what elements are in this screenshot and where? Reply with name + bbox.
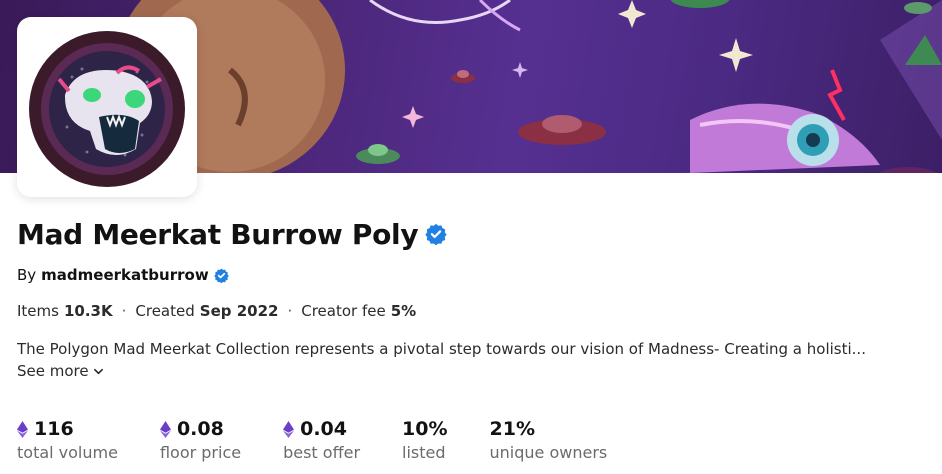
stat-value: 0.04: [300, 418, 347, 440]
collection-avatar: [17, 17, 197, 197]
eth-icon: [283, 420, 295, 438]
stat-value: 10%: [402, 418, 448, 440]
created-label: Created: [135, 302, 195, 320]
verified-badge-icon: [425, 223, 447, 245]
stat-total-volume[interactable]: 116 total volume: [17, 417, 118, 462]
stat-label: total volume: [17, 443, 118, 462]
see-more-label: See more: [17, 362, 89, 380]
stat-label: floor price: [159, 443, 242, 462]
creator-fee-value: 5%: [390, 302, 417, 320]
created-value: Sep 2022: [199, 302, 279, 320]
collection-description: The Polygon Mad Meerkat Collection repre…: [17, 340, 866, 358]
eth-icon: [17, 420, 28, 438]
meta-separator: ·: [121, 302, 127, 320]
meta-separator: ·: [287, 302, 293, 320]
stat-floor-price[interactable]: 0.08 floor price: [159, 417, 242, 462]
by-label: By: [17, 266, 37, 284]
creator-link[interactable]: madmeerkatburrow: [41, 266, 209, 284]
items-value: 10.3K: [63, 302, 113, 320]
stat-value: 116: [34, 418, 74, 440]
stat-listed[interactable]: 10% listed: [402, 417, 447, 462]
see-more-button[interactable]: See more: [17, 360, 104, 382]
items-label: Items: [17, 302, 59, 320]
stat-label: unique owners: [489, 443, 608, 462]
collection-title-row: Mad Meerkat Burrow Poly: [17, 214, 447, 254]
mad-meerkat-logo: [29, 31, 185, 187]
creator-fee-label: Creator fee: [301, 302, 386, 320]
stat-label: listed: [402, 443, 446, 462]
collection-stats: 116 total volume 0.08 floor price 0.04 b…: [17, 417, 649, 462]
chevron-down-icon: [93, 368, 103, 374]
eth-icon: [159, 420, 171, 438]
collection-meta: Items 10.3K · Created Sep 2022 · Creator…: [17, 300, 416, 322]
creator-row: By madmeerkatburrow: [17, 264, 229, 286]
stat-value: 0.08: [176, 418, 224, 440]
stat-label: best offer: [283, 443, 361, 462]
creator-verified-icon: [213, 268, 229, 283]
stat-unique-owners[interactable]: 21% unique owners: [490, 417, 608, 462]
collection-title: Mad Meerkat Burrow Poly: [17, 217, 419, 251]
stat-value: 21%: [489, 418, 535, 440]
stat-best-offer[interactable]: 0.04 best offer: [283, 417, 360, 462]
